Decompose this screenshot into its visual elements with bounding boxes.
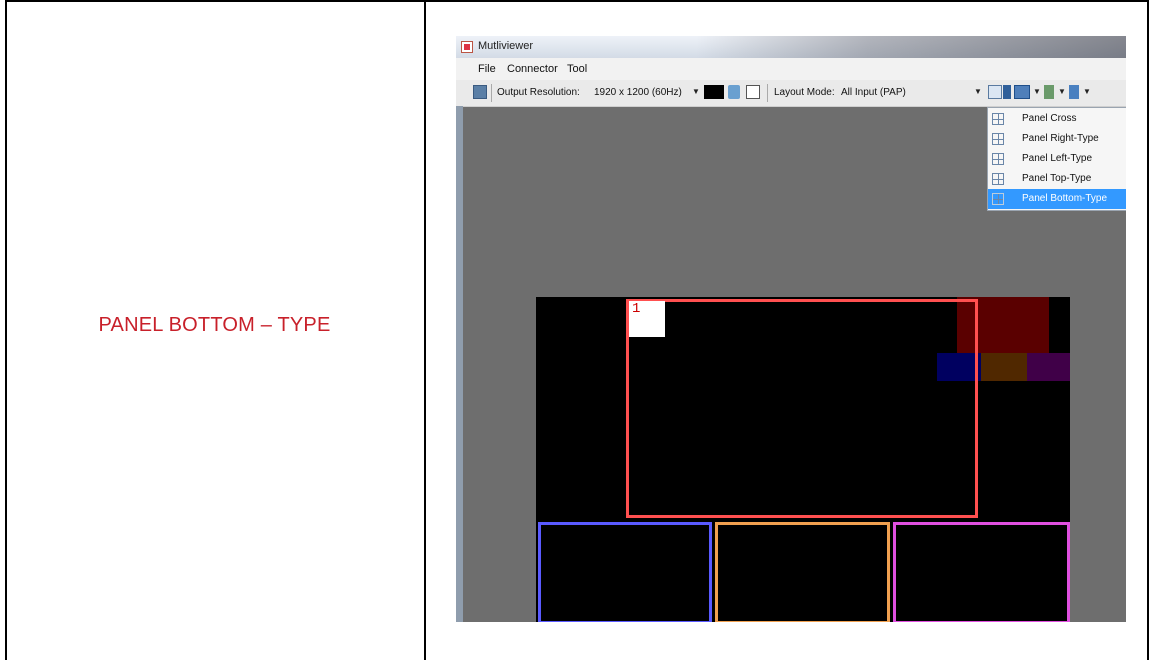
monitor-icon[interactable] xyxy=(473,85,487,99)
panel-layout-menu: Panel Cross Panel Right-Type Panel Left-… xyxy=(987,107,1126,211)
chevron-down-icon[interactable]: ▼ xyxy=(1058,87,1066,96)
menu-item-label: Panel Right-Type xyxy=(1022,133,1099,144)
toolbar-separator xyxy=(767,84,768,102)
menu-item-panel-cross[interactable]: Panel Cross xyxy=(988,109,1126,129)
bottom-window-2[interactable] xyxy=(715,522,890,622)
panel-bottom-icon xyxy=(992,193,1004,205)
pointer-icon[interactable] xyxy=(1069,85,1079,99)
menu-tool[interactable]: Tool xyxy=(567,63,587,75)
panel-type-label: PANEL BOTTOM – TYPE xyxy=(98,313,331,336)
main-window-frame[interactable] xyxy=(626,299,978,518)
menu-item-label: Panel Top-Type xyxy=(1022,173,1092,184)
chevron-down-icon[interactable]: ▼ xyxy=(1083,87,1091,96)
panel-layout-icon[interactable] xyxy=(988,85,1002,99)
panel-right-icon xyxy=(992,133,1004,145)
grid-icon[interactable] xyxy=(1044,85,1054,99)
menu-item-label: Panel Left-Type xyxy=(1022,153,1093,164)
left-edge-strip xyxy=(456,106,463,622)
title-bar-shading xyxy=(696,36,1126,58)
menu-item-label: Panel Bottom-Type xyxy=(1022,193,1108,204)
window-number-label: 1 xyxy=(629,301,665,337)
panel-top-icon xyxy=(992,173,1004,185)
column-divider xyxy=(424,0,426,660)
chevron-down-icon[interactable]: ▼ xyxy=(974,87,982,96)
title-bar: Mutliviewer xyxy=(456,36,1126,58)
toolbar-separator xyxy=(491,84,492,102)
screen-layout-icon[interactable] xyxy=(1014,85,1030,99)
label-cell: PANEL BOTTOM – TYPE xyxy=(5,0,424,650)
multiviewer-screenshot: Mutliviewer File Connector Tool Output R… xyxy=(456,36,1126,622)
bottom-window-3[interactable] xyxy=(893,522,1070,622)
menu-bar: File Connector Tool xyxy=(456,58,1126,80)
panel-layout-dropdown-icon[interactable] xyxy=(1003,85,1011,99)
panel-left-icon xyxy=(992,153,1004,165)
mini-preview-purple xyxy=(1027,353,1070,381)
menu-item-panel-top-type[interactable]: Panel Top-Type xyxy=(988,169,1126,189)
toolbar: Output Resolution: 1920 x 1200 (60Hz) ▼ … xyxy=(456,80,1126,107)
brush-icon[interactable] xyxy=(728,85,740,99)
menu-connector[interactable]: Connector xyxy=(507,63,558,75)
panel-cross-icon xyxy=(992,113,1004,125)
menu-item-panel-right-type[interactable]: Panel Right-Type xyxy=(988,129,1126,149)
chevron-down-icon[interactable]: ▼ xyxy=(692,87,700,96)
checkbox[interactable] xyxy=(746,85,760,99)
output-resolution-label: Output Resolution: xyxy=(497,87,580,98)
layout-mode-select[interactable]: All Input (PAP) xyxy=(841,87,906,98)
color-swatch-icon[interactable] xyxy=(704,85,724,99)
mini-preview-orange xyxy=(981,353,1027,381)
menu-file[interactable]: File xyxy=(478,63,496,75)
output-canvas xyxy=(536,297,1070,622)
menu-item-panel-left-type[interactable]: Panel Left-Type xyxy=(988,149,1126,169)
menu-item-panel-bottom-type[interactable]: Panel Bottom-Type xyxy=(988,189,1126,209)
layout-mode-label: Layout Mode: xyxy=(774,87,835,98)
output-resolution-select[interactable]: 1920 x 1200 (60Hz) xyxy=(594,87,682,98)
chevron-down-icon[interactable]: ▼ xyxy=(1033,87,1041,96)
window-title: Mutliviewer xyxy=(478,40,534,52)
menu-item-label: Panel Cross xyxy=(1022,113,1077,124)
bottom-window-1[interactable] xyxy=(538,522,712,622)
app-icon xyxy=(461,41,473,53)
